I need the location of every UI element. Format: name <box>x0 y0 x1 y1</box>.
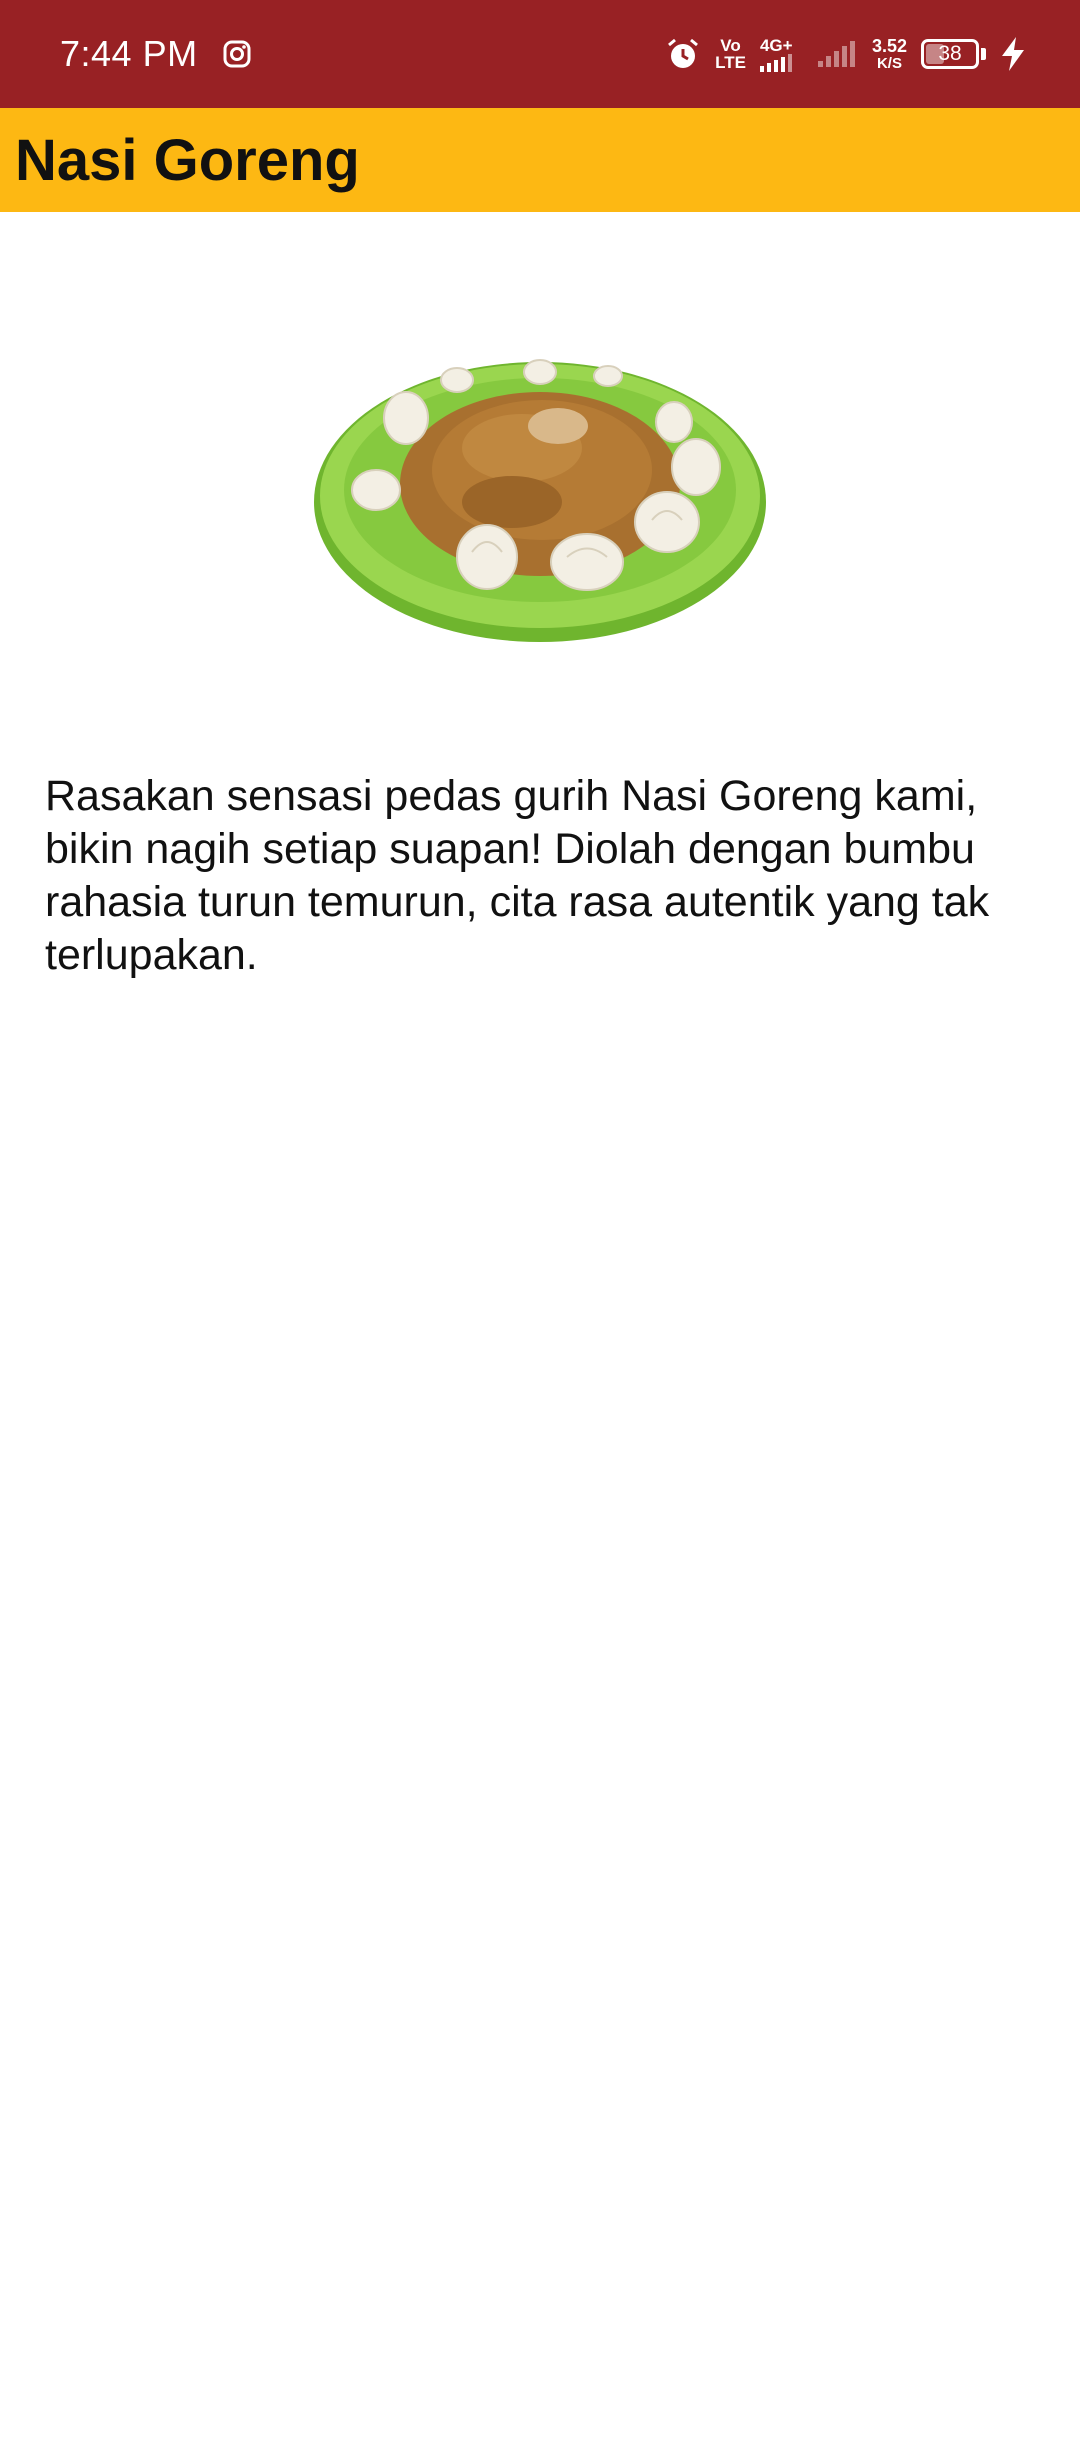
network-indicator: 4G+ <box>759 35 804 72</box>
page-title: Nasi Goreng <box>15 127 360 193</box>
alarm-icon <box>668 38 699 68</box>
app-bar: Nasi Goreng <box>0 108 1080 212</box>
speed-value: 3.52 <box>871 36 907 56</box>
volte-top-label: Vo <box>720 36 741 55</box>
network-speed: 3.52 K/S <box>871 36 907 72</box>
dish-description: Rasakan sensasi pedas gurih Nasi Goreng … <box>45 772 990 979</box>
speed-unit: K/S <box>876 55 902 72</box>
battery-icon: 38 <box>921 39 979 69</box>
status-time: 7:44 PM <box>60 33 198 74</box>
signal-icon <box>759 53 792 72</box>
status-icons: Vo LTE 4G+ 3.52 K/S 38 <box>665 36 1026 72</box>
battery-nub <box>981 48 986 60</box>
volte-bottom-label: LTE <box>715 53 746 72</box>
battery-level: 38 <box>938 42 962 65</box>
signal-icon-sim2 <box>817 41 855 67</box>
network-type: 4G+ <box>759 35 793 55</box>
volte-indicator: Vo LTE <box>715 37 746 71</box>
charging-icon <box>1002 37 1024 71</box>
instagram-icon <box>223 40 251 68</box>
nasi-goreng-dish-image <box>314 359 766 642</box>
status-bar: 7:44 PM Vo LTE 4G+ 3.52 K/S 38 <box>0 0 1080 108</box>
